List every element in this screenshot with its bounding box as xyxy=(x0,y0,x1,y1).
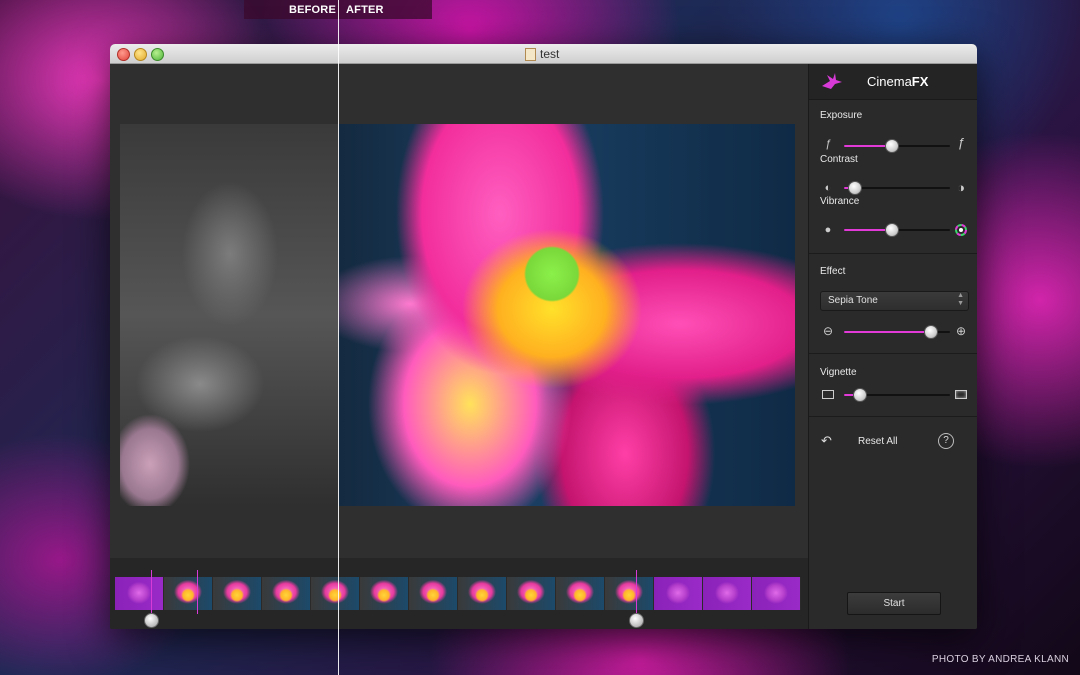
exposure-knob[interactable] xyxy=(884,139,899,153)
vibrance-slider[interactable] xyxy=(844,223,950,237)
filmstrip-frame[interactable] xyxy=(360,577,409,610)
help-button[interactable]: ? xyxy=(938,433,954,449)
aperture-small-icon: ƒ xyxy=(824,138,832,150)
decrease-icon[interactable]: ⊖ xyxy=(822,325,834,337)
exposure-label: Exposure xyxy=(820,110,863,121)
comparison-split-handle[interactable] xyxy=(338,0,339,675)
selection-marker xyxy=(636,570,637,614)
filmstrip[interactable] xyxy=(115,577,801,610)
panel-header: CinemaFX xyxy=(809,64,977,100)
contrast-knob[interactable] xyxy=(847,181,862,195)
effect-selected-value: Sepia Tone xyxy=(828,295,878,306)
vignette-section: Vignette xyxy=(809,354,977,417)
app-window: test CinemaFX Exposure ƒ ƒ Contrast ◐ ◑ … xyxy=(110,44,977,629)
playhead-marker xyxy=(151,570,152,614)
contrast-label: Contrast xyxy=(820,154,858,165)
effect-dropdown[interactable]: Sepia Tone ▲ ▼ xyxy=(820,291,969,311)
stepper-arrows-icon: ▲ ▼ xyxy=(957,292,964,307)
filmstrip-frame[interactable] xyxy=(458,577,507,610)
photo-credit: PHOTO BY ANDREA KLANN xyxy=(931,654,1069,665)
trim-end-handle[interactable] xyxy=(629,613,644,628)
exposure-slider[interactable] xyxy=(844,139,950,153)
vignette-full-icon xyxy=(955,390,967,399)
filmstrip-frame[interactable] xyxy=(556,577,605,610)
filmstrip-frame[interactable] xyxy=(507,577,556,610)
filmstrip-frame[interactable] xyxy=(703,577,752,610)
contrast-high-icon: ◑ xyxy=(957,180,965,195)
filmstrip-frame[interactable] xyxy=(605,577,654,610)
vibrance-label: Vibrance xyxy=(820,196,860,207)
filmstrip-frame[interactable] xyxy=(311,577,360,610)
preview-canvas xyxy=(110,64,808,559)
vignette-none-icon xyxy=(822,390,834,399)
vibrance-knob[interactable] xyxy=(884,223,899,237)
filmstrip-frame[interactable] xyxy=(115,577,164,610)
contrast-slider[interactable] xyxy=(844,181,950,195)
adjustments-panel: CinemaFX Exposure ƒ ƒ Contrast ◐ ◑ Vibra… xyxy=(808,64,977,629)
vignette-slider[interactable] xyxy=(844,388,950,402)
effect-intensity-knob[interactable] xyxy=(923,325,938,339)
filmstrip-frame[interactable] xyxy=(409,577,458,610)
reset-all-button[interactable]: Reset All xyxy=(858,436,897,447)
filmstrip-frame[interactable] xyxy=(213,577,262,610)
trim-start-handle[interactable] xyxy=(144,613,159,628)
window-title: test xyxy=(540,47,560,61)
aperture-large-icon: ƒ xyxy=(957,135,965,150)
vignette-label: Vignette xyxy=(820,367,857,378)
filmstrip-frame[interactable] xyxy=(654,577,703,610)
adjustments-section: Exposure ƒ ƒ Contrast ◐ ◑ Vibrance ● xyxy=(809,100,977,254)
app-name: CinemaFX xyxy=(867,74,929,89)
vibrance-low-icon: ● xyxy=(824,224,832,236)
close-window-button[interactable] xyxy=(117,48,130,61)
filmstrip-frame[interactable] xyxy=(262,577,311,610)
zoom-window-button[interactable] xyxy=(151,48,164,61)
color-wheel-icon xyxy=(955,224,967,236)
filmstrip-frame[interactable] xyxy=(164,577,213,610)
effect-label: Effect xyxy=(820,266,846,277)
effect-intensity-fill xyxy=(844,331,931,333)
filmstrip-frame[interactable] xyxy=(752,577,801,610)
cinemafx-bird-icon xyxy=(822,73,842,89)
before-preview xyxy=(120,124,338,506)
timeline xyxy=(110,558,808,629)
playhead-marker xyxy=(197,570,198,614)
document-icon xyxy=(525,48,536,61)
effect-section: Effect Sepia Tone ▲ ▼ ⊖ ⊕ xyxy=(809,254,977,354)
vignette-knob[interactable] xyxy=(852,388,867,402)
title-bar: test xyxy=(110,44,977,64)
minimize-window-button[interactable] xyxy=(134,48,147,61)
effect-intensity-slider[interactable] xyxy=(844,325,950,339)
contrast-low-icon: ◐ xyxy=(824,182,832,194)
after-label: AFTER xyxy=(346,4,384,16)
increase-icon[interactable]: ⊕ xyxy=(955,325,967,337)
start-button[interactable]: Start xyxy=(847,592,941,615)
reset-arrow-icon[interactable]: ↶ xyxy=(821,433,832,449)
preview-photo xyxy=(120,124,795,506)
before-label: BEFORE xyxy=(288,4,336,16)
